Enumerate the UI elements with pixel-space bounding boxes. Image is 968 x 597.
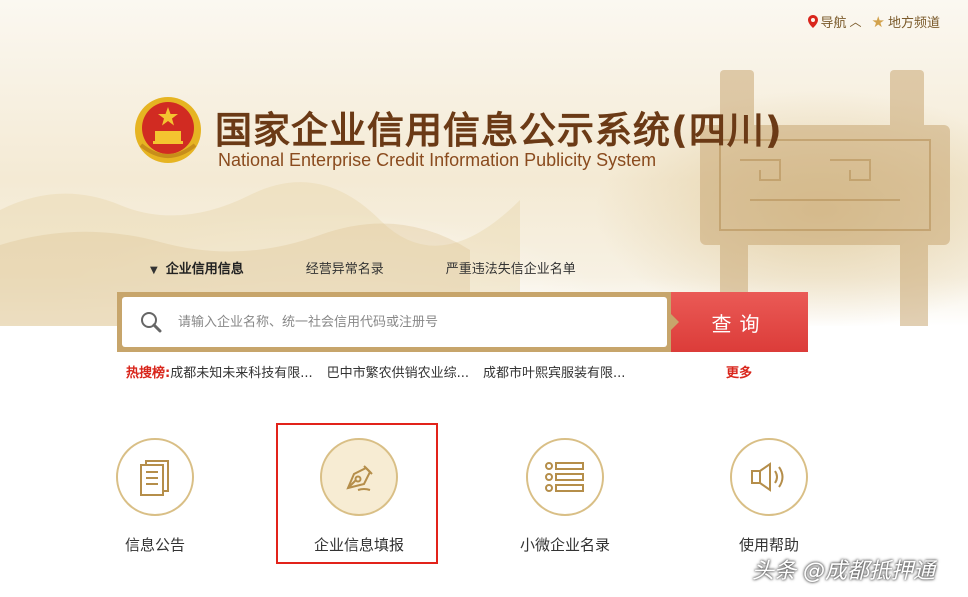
highlight-box bbox=[276, 423, 438, 564]
hot-search-more-link[interactable]: 更多 bbox=[726, 362, 752, 381]
search-field-container bbox=[122, 297, 667, 347]
service-label: 信息公告 bbox=[124, 536, 185, 554]
search-button[interactable]: 查询 bbox=[671, 292, 808, 352]
star-icon: ★ bbox=[871, 12, 885, 31]
nav-menu-button[interactable]: 导航 ︿ bbox=[807, 12, 862, 31]
tab-abnormal-operations[interactable]: 经营异常名录 bbox=[306, 258, 384, 277]
hot-search-item[interactable]: 巴中市繁农供销农业综... bbox=[327, 362, 469, 381]
hot-search-item[interactable]: 成都市叶熙宾服装有限... bbox=[483, 362, 625, 381]
nav-menu-label: 导航 bbox=[820, 16, 847, 31]
search-box bbox=[117, 292, 672, 352]
speaker-icon bbox=[751, 462, 784, 492]
hot-search-item[interactable]: 成都未知未来科技有限... bbox=[170, 362, 312, 381]
hot-search-label: 热搜榜: bbox=[126, 366, 171, 381]
search-icon bbox=[141, 312, 162, 333]
watermark-text: 头条 @成都抵押通 bbox=[752, 559, 935, 584]
service-info-announcement[interactable]: 信息公告 bbox=[95, 438, 215, 555]
chevron-up-icon: ︿ bbox=[849, 15, 862, 29]
national-emblem-logo bbox=[135, 97, 201, 163]
tab-serious-violations[interactable]: 严重违法失信企业名单 bbox=[446, 258, 576, 277]
service-label: 小微企业名录 bbox=[519, 536, 610, 554]
site-title-en: National Enterprise Credit Information P… bbox=[218, 150, 657, 170]
bronze-ding-illustration bbox=[700, 70, 950, 326]
service-icon-circle bbox=[730, 438, 808, 516]
region-channel-link[interactable]: ★ 地方频道 bbox=[871, 12, 940, 32]
service-icon-circle bbox=[116, 438, 194, 516]
region-channel-label: 地方频道 bbox=[887, 16, 940, 31]
service-micro-enterprise-list[interactable]: 小微企业名录 bbox=[505, 438, 625, 555]
document-icon bbox=[140, 460, 169, 496]
service-label: 使用帮助 bbox=[738, 536, 799, 554]
hot-search-list: 热搜榜: 成都未知未来科技有限... 巴中市繁农供销农业综... 成都市叶熙宾服… bbox=[126, 362, 639, 381]
site-title-cn: 国家企业信用信息公示系统(四川) bbox=[215, 109, 783, 152]
search-input[interactable] bbox=[176, 313, 640, 331]
tab-enterprise-credit[interactable]: 企业信用信息 bbox=[150, 258, 244, 277]
location-pin-icon bbox=[807, 15, 818, 28]
service-icon-circle bbox=[526, 438, 604, 516]
top-nav: 导航 ︿ ★ 地方频道 bbox=[807, 12, 940, 32]
search-category-tabs: 企业信用信息 经营异常名录 严重违法失信企业名单 bbox=[150, 258, 638, 277]
list-icon bbox=[545, 462, 584, 492]
service-user-help[interactable]: 使用帮助 bbox=[709, 438, 829, 555]
